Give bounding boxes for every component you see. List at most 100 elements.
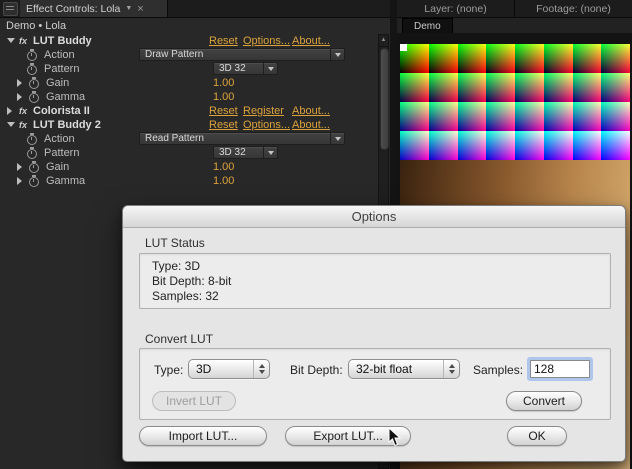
- pattern-dropdown-value: 3D 32: [219, 63, 246, 74]
- effect-name[interactable]: Colorista II: [33, 105, 90, 117]
- twirl-right-icon[interactable]: [7, 107, 12, 115]
- lut-tile: [428, 73, 458, 102]
- bit-depth-popup-value: 32-bit float: [356, 362, 413, 376]
- lut-tile: [428, 44, 458, 73]
- tab-demo[interactable]: Demo: [402, 18, 453, 34]
- reset-link[interactable]: Reset: [209, 35, 238, 47]
- property-row-gain: Gain 1.00: [0, 160, 377, 174]
- effect-name[interactable]: LUT Buddy: [33, 35, 92, 47]
- twirl-right-icon[interactable]: [17, 163, 22, 171]
- lut-tile: [572, 73, 602, 102]
- property-label: Gamma: [46, 175, 86, 187]
- lut-tile: [572, 131, 602, 160]
- property-value[interactable]: 1.00: [213, 161, 234, 173]
- property-row-gamma: Gamma 1.00: [0, 90, 377, 104]
- pattern-dropdown[interactable]: 3D 32: [213, 62, 278, 75]
- property-label: Gain: [46, 161, 70, 173]
- options-link[interactable]: Options...: [243, 35, 290, 47]
- options-dialog: Options LUT Status Type: 3D Bit Depth: 8…: [122, 205, 626, 462]
- samples-input[interactable]: [530, 360, 590, 378]
- type-label: Type:: [154, 363, 184, 377]
- stopwatch-icon[interactable]: [27, 49, 37, 61]
- lut-tile: [601, 102, 630, 131]
- lut-tile: [515, 73, 544, 102]
- type-popup[interactable]: 3D: [188, 359, 270, 379]
- twirl-down-icon[interactable]: [7, 38, 15, 43]
- stopwatch-icon[interactable]: [29, 175, 39, 187]
- action-dropdown[interactable]: Read Pattern: [139, 132, 345, 145]
- ok-button[interactable]: OK: [507, 426, 567, 446]
- chevron-down-icon: [263, 147, 277, 158]
- lut-tile: [400, 73, 429, 102]
- tab-layer[interactable]: Layer: (none): [397, 0, 514, 17]
- samples-label: Samples:: [473, 363, 524, 377]
- lut-tile: [400, 131, 429, 160]
- property-label: Action: [44, 49, 75, 61]
- effect-header-colorista: fx Colorista II Reset Register About...: [0, 104, 377, 118]
- twirl-right-icon[interactable]: [17, 177, 22, 185]
- stopwatch-icon[interactable]: [27, 63, 37, 75]
- panel-close-icon[interactable]: ×: [137, 3, 143, 14]
- panel-menu-icon[interactable]: ▼: [125, 5, 132, 12]
- lut-tile: [543, 44, 573, 73]
- bit-depth-label: Bit Depth:: [290, 363, 343, 377]
- property-label: Action: [44, 133, 75, 145]
- about-link[interactable]: About...: [292, 105, 330, 117]
- property-label: Pattern: [44, 63, 80, 75]
- options-link[interactable]: Options...: [243, 119, 290, 131]
- dialog-title[interactable]: Options: [123, 206, 625, 228]
- stopwatch-icon[interactable]: [29, 91, 39, 103]
- about-link[interactable]: About...: [292, 119, 330, 131]
- effect-name[interactable]: LUT Buddy 2: [33, 119, 101, 131]
- tab-effect-controls[interactable]: Effect Controls: Lola ▼ ×: [20, 0, 168, 17]
- about-link[interactable]: About...: [292, 35, 330, 47]
- reset-link[interactable]: Reset: [209, 105, 238, 117]
- action-dropdown[interactable]: Draw Pattern: [139, 48, 345, 61]
- lut-tile: [428, 131, 458, 160]
- property-value[interactable]: 1.00: [213, 77, 234, 89]
- twirl-right-icon[interactable]: [17, 79, 22, 87]
- property-label: Pattern: [44, 147, 80, 159]
- effect-header-lut-buddy-2: fx LUT Buddy 2 Reset Options... About...: [0, 118, 377, 132]
- reset-link[interactable]: Reset: [209, 119, 238, 131]
- lut-tile: [457, 131, 487, 160]
- property-label: Gamma: [46, 91, 86, 103]
- scrollbar-thumb[interactable]: [380, 48, 389, 150]
- tab-effect-controls-label: Effect Controls: Lola: [26, 2, 121, 15]
- pattern-dropdown-value: 3D 32: [219, 147, 246, 158]
- property-value[interactable]: 1.00: [213, 175, 234, 187]
- lut-tile: [543, 102, 573, 131]
- action-dropdown-value: Read Pattern: [145, 133, 204, 144]
- pattern-dropdown[interactable]: 3D 32: [213, 146, 278, 159]
- stopwatch-icon[interactable]: [29, 77, 39, 89]
- register-link[interactable]: Register: [243, 105, 284, 117]
- fx-badge-icon: fx: [19, 120, 28, 130]
- twirl-down-icon[interactable]: [7, 122, 15, 127]
- import-lut-button[interactable]: Import LUT...: [139, 426, 267, 446]
- lut-tile: [486, 44, 515, 73]
- property-value[interactable]: 1.00: [213, 91, 234, 103]
- panel-grip-icon[interactable]: [3, 2, 18, 16]
- effect-list: fx LUT Buddy Reset Options... About... A…: [0, 34, 377, 188]
- lut-tile: [428, 102, 458, 131]
- lut-tile: [457, 44, 487, 73]
- stopwatch-icon[interactable]: [29, 161, 39, 173]
- right-panel-tabs: Layer: (none) Footage: (none): [397, 0, 632, 17]
- status-bit-depth: Bit Depth: 8-bit: [152, 274, 232, 288]
- lut-tile: [400, 102, 429, 131]
- stopwatch-icon[interactable]: [27, 133, 37, 145]
- lut-tile: [601, 44, 630, 73]
- effect-header-lut-buddy: fx LUT Buddy Reset Options... About...: [0, 34, 377, 48]
- scroll-up-icon[interactable]: ▲: [379, 35, 388, 47]
- tab-footage[interactable]: Footage: (none): [515, 0, 632, 17]
- property-row-pattern: Pattern 3D 32: [0, 62, 377, 76]
- convert-button[interactable]: Convert: [506, 391, 582, 411]
- property-label: Gain: [46, 77, 70, 89]
- breadcrumb[interactable]: Demo • Lola: [0, 20, 66, 32]
- bit-depth-popup[interactable]: 32-bit float: [348, 359, 460, 379]
- stopwatch-icon[interactable]: [27, 147, 37, 159]
- lut-tile: [486, 102, 515, 131]
- chevron-down-icon: [330, 133, 344, 144]
- twirl-right-icon[interactable]: [17, 93, 22, 101]
- top-strip: Effect Controls: Lola ▼ × Layer: (none) …: [0, 0, 632, 18]
